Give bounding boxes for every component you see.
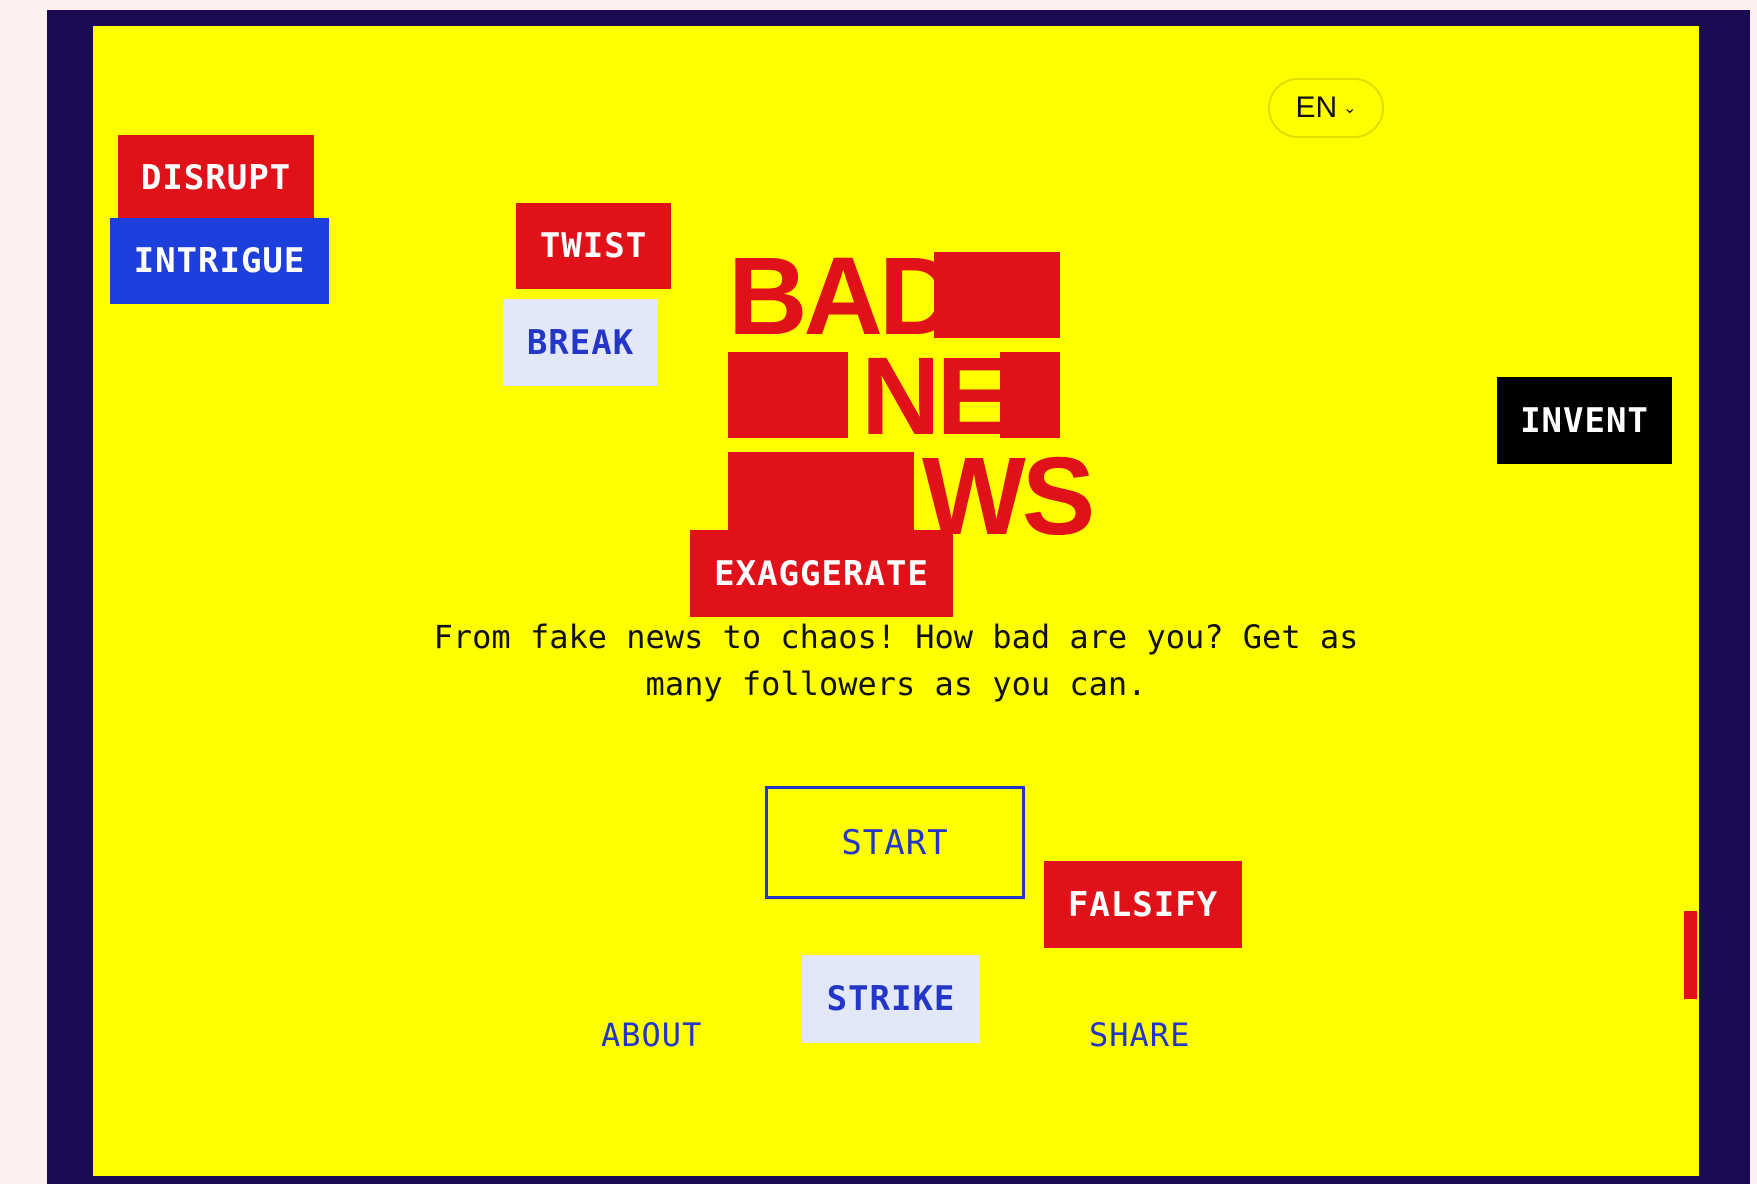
game-stage: EN ⌄ DISRUPT INTRIGUE TWIST BREAK INVENT…: [93, 26, 1699, 1176]
tag-invent: INVENT: [1497, 377, 1672, 464]
about-link[interactable]: ABOUT: [601, 1016, 702, 1054]
language-selector[interactable]: EN ⌄: [1268, 78, 1384, 138]
logo-block: [728, 452, 914, 538]
bad-news-logo: BAD NE WS: [728, 242, 1095, 552]
tag-disrupt: DISRUPT: [118, 135, 314, 221]
logo-block: [1000, 352, 1060, 438]
side-tag-edge: [1684, 911, 1697, 999]
tag-falsify: FALSIFY: [1044, 861, 1242, 948]
logo-block: [934, 252, 1060, 338]
language-value: EN: [1295, 91, 1338, 124]
tagline: From fake news to chaos! How bad are you…: [433, 618, 1359, 703]
tag-break: BREAK: [503, 299, 658, 386]
start-button[interactable]: START: [765, 786, 1025, 899]
tag-intrigue: INTRIGUE: [110, 218, 329, 304]
tag-strike: STRIKE: [802, 955, 980, 1043]
tag-exaggerate: EXAGGERATE: [690, 530, 953, 617]
share-link[interactable]: SHARE: [1089, 1016, 1190, 1054]
logo-block: [728, 352, 848, 438]
tag-twist: TWIST: [516, 203, 671, 289]
chevron-down-icon: ⌄: [1343, 100, 1357, 117]
